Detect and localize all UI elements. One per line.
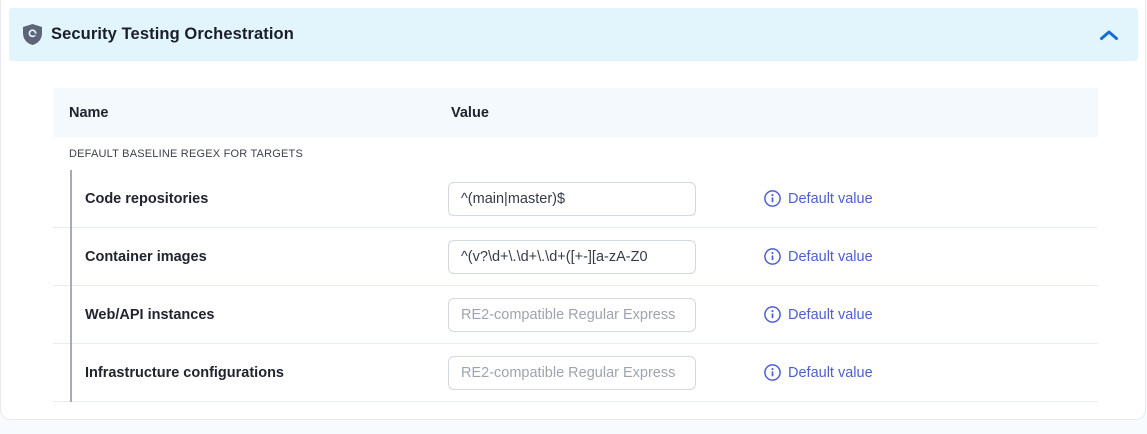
info-icon [764, 364, 781, 381]
info-icon [764, 306, 781, 323]
section-title: Security Testing Orchestration [51, 25, 294, 44]
section-label: DEFAULT BASELINE REGEX FOR TARGETS [53, 137, 1098, 170]
regex-input-container-images[interactable] [448, 240, 696, 274]
indent-line [70, 170, 72, 402]
row-label: Infrastructure configurations [85, 365, 448, 381]
table-row-infrastructure-configurations: Infrastructure configurations Default va… [53, 344, 1098, 402]
settings-table: Name Value DEFAULT BASELINE REGEX FOR TA… [53, 88, 1098, 402]
shield-icon [23, 24, 42, 45]
column-header-value: Value [448, 105, 489, 121]
default-value-link[interactable]: Default value [764, 190, 873, 207]
row-label: Web/API instances [85, 307, 448, 323]
default-value-label: Default value [788, 191, 873, 207]
table-row-web-api-instances: Web/API instances Default value [53, 286, 1098, 344]
rows-group: Code repositories Default value Containe… [53, 170, 1098, 402]
regex-input-infrastructure-configurations[interactable] [448, 356, 696, 390]
default-value-label: Default value [788, 365, 873, 381]
chevron-up-icon[interactable] [1098, 28, 1120, 42]
row-label: Code repositories [85, 191, 448, 207]
row-label: Container images [85, 249, 448, 265]
default-value-label: Default value [788, 249, 873, 265]
column-header-name: Name [53, 105, 448, 121]
default-value-link[interactable]: Default value [764, 364, 873, 381]
table-row-container-images: Container images Default value [53, 228, 1098, 286]
info-icon [764, 248, 781, 265]
table-row-code-repositories: Code repositories Default value [53, 170, 1098, 228]
regex-input-code-repositories[interactable] [448, 182, 696, 216]
settings-card: Security Testing Orchestration Name Valu… [0, 0, 1146, 420]
default-value-link[interactable]: Default value [764, 306, 873, 323]
section-header[interactable]: Security Testing Orchestration [9, 8, 1138, 61]
default-value-label: Default value [788, 307, 873, 323]
regex-input-web-api-instances[interactable] [448, 298, 696, 332]
table-header-row: Name Value [53, 88, 1098, 137]
info-icon [764, 190, 781, 207]
default-value-link[interactable]: Default value [764, 248, 873, 265]
